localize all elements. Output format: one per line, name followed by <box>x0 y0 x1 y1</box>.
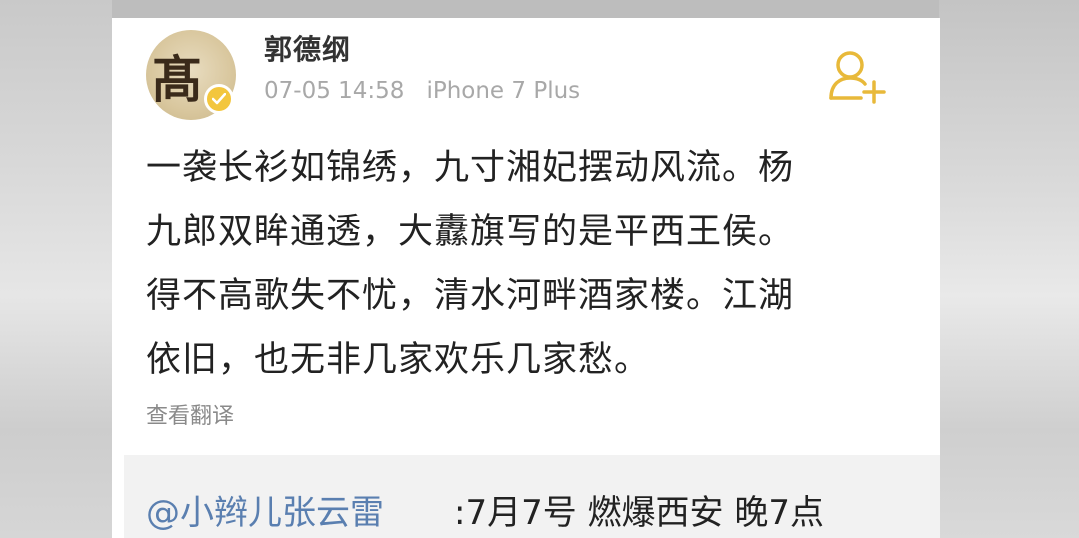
repost-block[interactable]: @小辫儿张云雷 :7月7号 燃爆西安 晚7点 <box>124 455 940 538</box>
repost-mention[interactable]: @小辫儿张云雷 <box>146 485 384 534</box>
post-device: iPhone 7 Plus <box>426 78 581 104</box>
verified-badge-icon <box>204 84 234 114</box>
background-right <box>939 0 1079 538</box>
post-line: 一袭长衫如锦绣，九寸湘妃摆动风流。杨 <box>146 148 795 188</box>
add-user-icon[interactable] <box>828 48 888 104</box>
post-line: 得不高歌失不忧，清水河畔酒家楼。江湖 <box>146 276 795 316</box>
avatar-calligraphy: 髙 <box>152 50 202 109</box>
translate-link[interactable]: 查看翻译 <box>146 398 234 430</box>
background-left <box>0 0 112 538</box>
post-body: 一袭长衫如锦绣，九寸湘妃摆动风流。杨 九郎双眸通透，大纛旗写的是平西王侯。 得不… <box>146 136 906 392</box>
background-top <box>0 0 1079 18</box>
repost-text: :7月7号 燃爆西安 晚7点 <box>454 493 824 533</box>
post-line: 依旧，也无非几家欢乐几家愁。 <box>146 340 651 380</box>
post-line: 九郎双眸通透，大纛旗写的是平西王侯。 <box>146 212 795 252</box>
weibo-post-card: 髙 郭德纲 07-05 14:58 iPhone 7 Plus 一袭长衫如锦绣，九… <box>112 18 940 538</box>
post-meta: 07-05 14:58 iPhone 7 Plus <box>264 78 580 104</box>
username[interactable]: 郭德纲 <box>264 28 351 68</box>
post-timestamp: 07-05 14:58 <box>264 78 405 104</box>
